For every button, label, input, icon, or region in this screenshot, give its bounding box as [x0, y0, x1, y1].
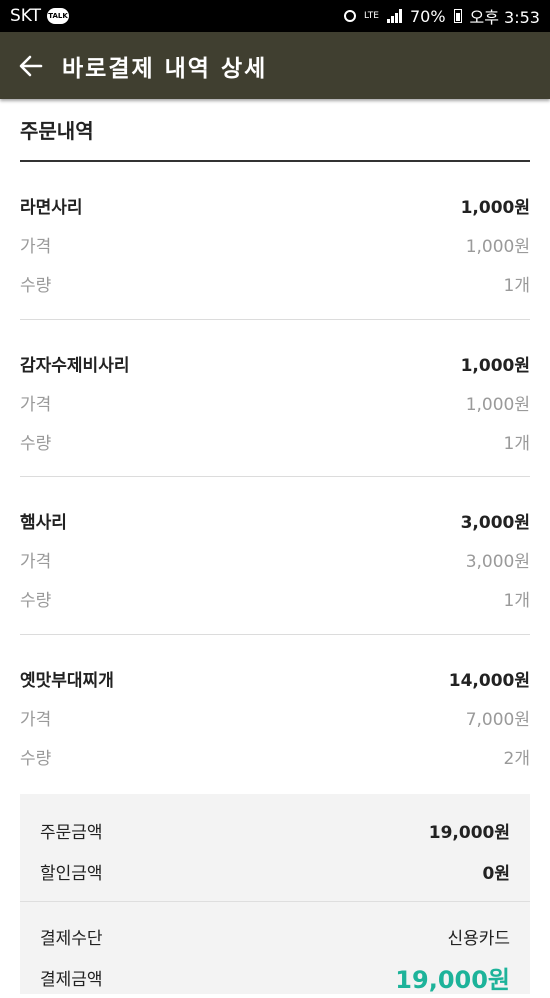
- item-total: 14,000원: [448, 670, 530, 691]
- item-total: 3,000원: [460, 513, 530, 533]
- carrier-label: SKT: [10, 6, 42, 26]
- payment-method-label: 결제수단: [40, 929, 103, 949]
- discount-label: 할인금액: [40, 864, 103, 884]
- order-amount-row: 주문금액 19,000원: [40, 810, 510, 851]
- page-title: 바로결제 내역 상세: [62, 55, 268, 82]
- order-item: 라면사리 1,000원 가격 1,000원 수량 1개: [20, 162, 530, 320]
- item-name: 라면사리: [20, 198, 83, 218]
- item-name: 감자수제비사리: [20, 355, 130, 376]
- qty-label: 수량: [20, 433, 52, 454]
- price-label: 가격: [20, 237, 52, 257]
- qty-value: 1개: [503, 591, 530, 611]
- price-value: 1,000원: [465, 394, 530, 415]
- item-price-row: 가격 1,000원: [20, 225, 530, 264]
- payment-method-value: 신용카드: [447, 929, 510, 949]
- price-value: 7,000원: [465, 709, 530, 730]
- price-label: 가격: [20, 552, 52, 572]
- item-total: 1,000원: [460, 355, 530, 376]
- paid-amount-value: 19,000원: [395, 966, 510, 994]
- item-total: 1,000원: [460, 198, 530, 218]
- order-amount-value: 19,000원: [428, 823, 510, 843]
- network-type: LTE: [364, 10, 379, 21]
- alarm-icon: [344, 10, 356, 22]
- price-value: 1,000원: [465, 237, 530, 257]
- item-header-row: 감자수제비사리 1,000원: [20, 344, 530, 383]
- battery-percent: 70%: [409, 6, 446, 26]
- payment-method-row: 결제수단 신용카드: [40, 916, 510, 957]
- kakaotalk-icon: TALK: [47, 8, 70, 24]
- item-qty-row: 수량 1개: [20, 264, 530, 303]
- qty-label: 수량: [20, 591, 52, 611]
- back-button[interactable]: [0, 32, 62, 99]
- item-qty-row: 수량 1개: [20, 422, 530, 461]
- arrow-left-icon: [19, 55, 43, 76]
- price-label: 가격: [20, 709, 52, 730]
- qty-label: 수량: [20, 748, 52, 769]
- clock: 오후 3:53: [469, 8, 540, 27]
- discount-value: 0원: [482, 864, 510, 884]
- order-item: 옛맛부대찌개 14,000원 가격 7,000원 수량 2개: [20, 635, 530, 793]
- item-price-row: 가격 1,000원: [20, 383, 530, 422]
- item-name: 옛맛부대찌개: [20, 670, 114, 691]
- amount-block: 주문금액 19,000원 할인금액 0원: [20, 794, 530, 902]
- item-header-row: 라면사리 1,000원: [20, 186, 530, 225]
- paid-amount-label: 결제금액: [40, 970, 103, 990]
- status-left: SKT TALK: [10, 6, 70, 26]
- item-price-row: 가격 7,000원: [20, 698, 530, 737]
- order-item: 감자수제비사리 1,000원 가격 1,000원 수량 1개: [20, 320, 530, 477]
- item-qty-row: 수량 2개: [20, 737, 530, 776]
- payment-summary: 주문금액 19,000원 할인금액 0원 결제수단 신용카드 결제금액 19,0…: [20, 794, 530, 994]
- qty-value: 1개: [503, 276, 530, 296]
- status-bar: SKT TALK LTE 70% 오후 3:53: [0, 0, 550, 32]
- paid-amount-row: 결제금액 19,000원: [40, 957, 510, 998]
- status-right: LTE 70% 오후 3:53: [344, 4, 540, 28]
- app-bar: 바로결제 내역 상세: [0, 32, 550, 99]
- order-amount-label: 주문금액: [40, 823, 103, 843]
- item-name: 햄사리: [20, 513, 67, 533]
- item-header-row: 옛맛부대찌개 14,000원: [20, 659, 530, 698]
- item-qty-row: 수량 1개: [20, 579, 530, 618]
- qty-value: 1개: [503, 433, 530, 454]
- qty-value: 2개: [503, 748, 530, 769]
- order-item: 햄사리 3,000원 가격 3,000원 수량 1개: [20, 477, 530, 635]
- price-label: 가격: [20, 394, 52, 415]
- order-details: 주문내역 라면사리 1,000원 가격 1,000원 수량 1개 감자수제비사리…: [20, 99, 530, 792]
- battery-icon: [453, 9, 462, 23]
- price-value: 3,000원: [465, 552, 530, 572]
- qty-label: 수량: [20, 276, 52, 296]
- signal-icon: [386, 9, 402, 23]
- payment-block: 결제수단 신용카드 결제금액 19,000원: [20, 902, 530, 998]
- discount-row: 할인금액 0원: [40, 851, 510, 892]
- section-title: 주문내역: [20, 99, 530, 162]
- item-price-row: 가격 3,000원: [20, 540, 530, 579]
- item-header-row: 햄사리 3,000원: [20, 501, 530, 540]
